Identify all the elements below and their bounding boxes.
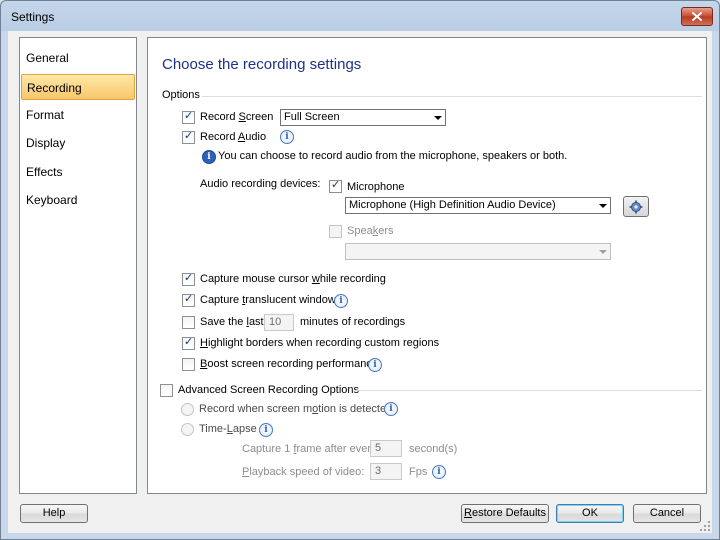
highlight-borders-checkbox[interactable] — [182, 335, 195, 350]
restore-defaults-button[interactable]: Restore Defaults — [461, 504, 549, 523]
speakers-label: Speakers — [347, 225, 394, 237]
close-icon — [692, 12, 702, 21]
microphone-checkbox[interactable] — [329, 178, 342, 193]
chevron-down-icon — [599, 250, 607, 254]
time-lapse-label: Time-Lapse — [199, 423, 257, 435]
save-last-minutes-input[interactable]: 10 — [264, 314, 294, 331]
audio-devices-label: Audio recording devices: — [200, 178, 321, 190]
record-motion-radio[interactable] — [181, 403, 194, 416]
boost-checkbox[interactable] — [182, 358, 195, 371]
highlight-borders-label: Highlight borders when recording custom … — [200, 337, 440, 349]
chevron-down-icon — [599, 204, 607, 208]
microphone-select[interactable]: Microphone (High Definition Audio Device… — [345, 197, 611, 214]
advanced-options-label: Advanced Screen Recording Options — [178, 384, 359, 396]
microphone-settings-button[interactable] — [623, 196, 649, 217]
title-bar: Settings — [1, 1, 719, 31]
microphone-label: Microphone — [347, 181, 405, 193]
capture-frame-suffix: second(s) — [409, 443, 458, 455]
page-title: Choose the recording settings — [162, 56, 362, 73]
speakers-select[interactable] — [345, 243, 611, 260]
save-last-checkbox[interactable] — [182, 316, 195, 329]
record-screen-checkbox[interactable] — [182, 109, 195, 124]
nav-item-format[interactable]: Format — [21, 102, 135, 128]
nav-item-effects[interactable]: Effects — [21, 159, 135, 185]
boost-label: Boost screen recording performance — [200, 358, 378, 370]
audio-info-text: You can choose to record audio from the … — [218, 150, 568, 162]
time-lapse-info-icon[interactable]: i — [259, 423, 273, 437]
record-motion-info-icon[interactable]: i — [384, 402, 398, 416]
dialog-client: General Recording Format Display Effects… — [8, 31, 712, 533]
nav-item-keyboard[interactable]: Keyboard — [21, 187, 135, 213]
settings-window: Settings General Recording Format Displa… — [0, 0, 720, 540]
capture-frame-input[interactable]: 5 — [370, 440, 402, 457]
capture-translucent-checkbox[interactable] — [182, 292, 195, 307]
close-button[interactable] — [681, 7, 713, 26]
record-motion-label: Record when screen motion is detected — [199, 403, 393, 415]
nav-item-display[interactable]: Display — [21, 130, 135, 156]
record-screen-label: Record Screen — [200, 111, 274, 123]
time-lapse-radio[interactable] — [181, 423, 194, 436]
options-separator — [202, 96, 702, 97]
speakers-checkbox[interactable] — [329, 225, 342, 238]
microphone-select-value: Microphone (High Definition Audio Device… — [349, 199, 556, 211]
window-title: Settings — [11, 10, 55, 24]
playback-speed-input[interactable]: 3 — [370, 463, 402, 480]
nav-item-general[interactable]: General — [21, 45, 135, 71]
boost-info-icon[interactable]: i — [368, 358, 382, 372]
options-group-label: Options — [162, 89, 200, 101]
capture-translucent-label: Capture translucent windows — [200, 294, 342, 306]
capture-cursor-label: Capture mouse cursor while recording — [200, 273, 386, 285]
capture-cursor-checkbox[interactable] — [182, 271, 195, 286]
playback-speed-label: Playback speed of video: — [242, 466, 365, 478]
chevron-down-icon — [434, 116, 442, 120]
record-screen-select[interactable]: Full Screen — [280, 109, 446, 126]
record-audio-label: Record Audio — [200, 131, 267, 143]
recording-panel: Choose the recording settings Options Re… — [147, 37, 707, 494]
cancel-button[interactable]: Cancel — [633, 504, 701, 523]
ok-button[interactable]: OK — [556, 504, 624, 523]
save-last-suffix: minutes of recordings — [300, 316, 406, 328]
record-audio-info-icon[interactable]: i — [280, 130, 294, 144]
record-screen-select-value: Full Screen — [284, 111, 340, 123]
capture-frame-label: Capture 1 frame after every — [242, 443, 377, 455]
playback-speed-info-icon[interactable]: i — [432, 465, 446, 479]
audio-info-icon: i — [202, 150, 216, 164]
capture-translucent-info-icon[interactable]: i — [334, 294, 348, 308]
resize-grip-icon[interactable] — [700, 521, 710, 531]
advanced-options-checkbox[interactable] — [160, 384, 173, 397]
gear-icon — [629, 200, 643, 213]
record-audio-checkbox[interactable] — [182, 129, 195, 144]
save-last-label: Save the last — [200, 316, 264, 328]
playback-speed-suffix: Fps — [409, 466, 428, 478]
settings-nav: General Recording Format Display Effects… — [19, 37, 137, 494]
help-button[interactable]: Help — [20, 504, 88, 523]
nav-item-recording[interactable]: Recording — [21, 74, 135, 100]
advanced-separator — [356, 390, 702, 391]
